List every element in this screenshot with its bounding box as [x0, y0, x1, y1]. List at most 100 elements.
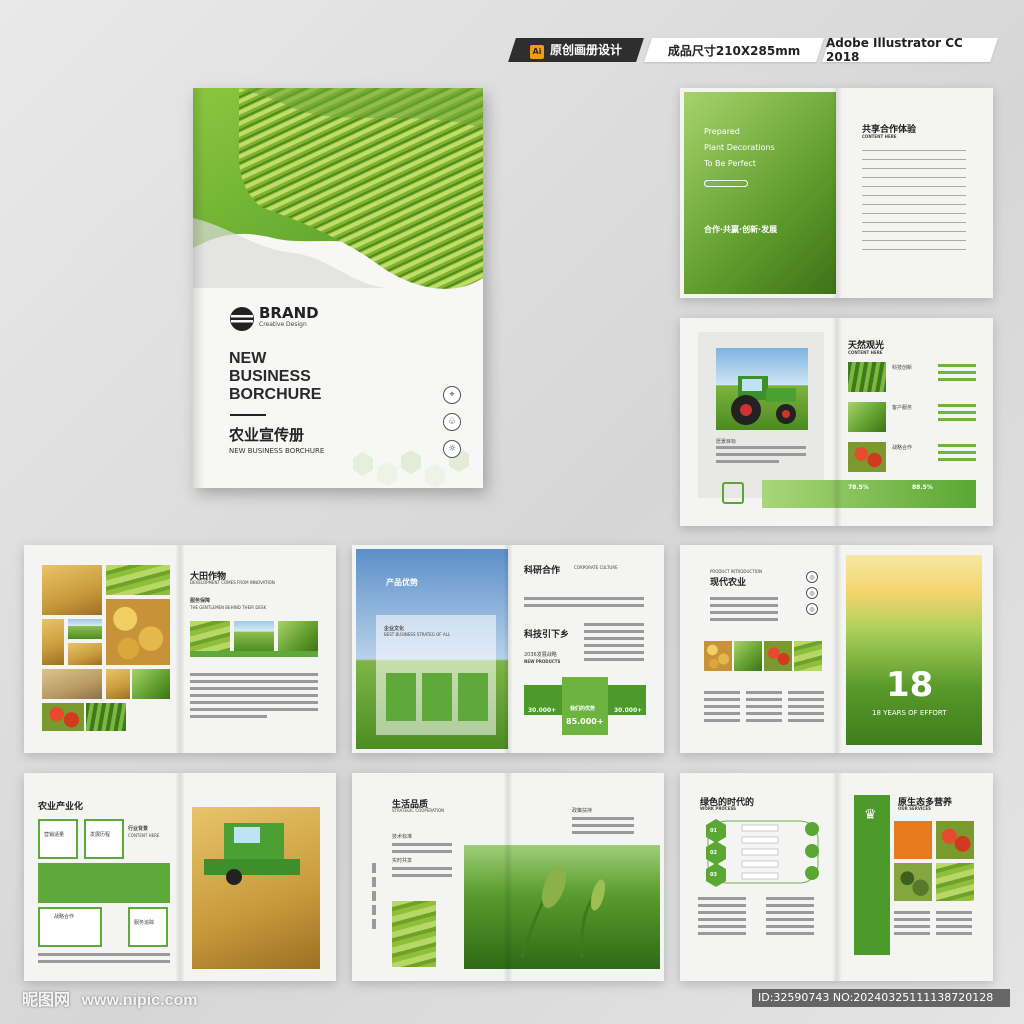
tractor-item-lines-1 — [938, 364, 976, 385]
tractor-item-lines-3 — [938, 444, 976, 465]
spread-crops: 大田作物 DEVELOPMENT COMES FROM INNOVATION 服… — [24, 545, 336, 753]
life-sub: STRATEGIC COOPERATION — [392, 808, 445, 813]
spread-contents-left-text: Prepared Plant Decorations To Be Perfect — [704, 127, 775, 168]
industry-box-wide — [38, 863, 170, 903]
tractor-stat-2: 88.5% — [912, 484, 933, 491]
product-tech-lines — [584, 623, 644, 665]
spread-contents: Prepared Plant Decorations To Be Perfect… — [680, 88, 993, 298]
badge-software: Adobe Illustrator CC 2018 — [822, 36, 998, 64]
industry-box-2 — [84, 819, 124, 859]
crop-thumb-3 — [278, 621, 318, 651]
badge-original-design: Ai 原创画册设计 — [508, 38, 644, 62]
life-item-1-lines — [392, 843, 452, 857]
life-small-photo — [392, 901, 436, 967]
millet-illustration — [520, 866, 606, 959]
step-03: 03 — [710, 872, 717, 878]
tractor-item-label-2: 客户服务 — [892, 405, 913, 411]
services-lines-1 — [894, 911, 930, 939]
product-culture-sub: BEST BUSINESS STRATEG OF ALL — [384, 632, 451, 637]
cover-title: NEW BUSINESS BORCHURE — [229, 350, 322, 403]
modern-sub: PRODUCT INTRODUCTION — [710, 569, 762, 574]
modern-years: 18 YEARS OF EFFORT — [872, 709, 947, 717]
crop-thumb-2 — [234, 621, 274, 651]
crop-label: 服务保障 — [190, 598, 211, 604]
industry-box-4 — [128, 907, 168, 947]
sprout-icon: ♧ — [443, 413, 461, 431]
product-culture-title: 企业文化 — [384, 626, 405, 632]
spread-contents-left-photo — [684, 92, 836, 294]
watermark-site-cn: 昵图网 — [22, 990, 71, 1009]
tractor-stat-1: 78.5% — [848, 484, 869, 491]
cover-artwork — [193, 88, 483, 289]
trophy-icon: ♛ — [864, 807, 877, 823]
crop-thumb-1 — [190, 621, 230, 651]
product-stat-mid: 85.000+ — [566, 717, 604, 726]
crop-photo-rows — [86, 703, 126, 731]
crop-photo-tomato — [42, 703, 84, 731]
crop-photo-grain — [42, 619, 64, 665]
modern-thumb-2 — [734, 641, 762, 671]
tractor-item-photo-3 — [848, 442, 886, 472]
sun-icon: ☼ — [443, 440, 461, 458]
modern-thumb-1 — [704, 641, 732, 671]
industry-box-label-2: 发展历程 — [90, 832, 111, 838]
process-flow-diagram — [706, 819, 819, 887]
crop-photo-wheat — [42, 565, 102, 615]
watermark-url: www.nipic.com — [81, 992, 198, 1009]
crop-thumb-bar — [190, 651, 318, 657]
tractor-spread-subtitle: CONTENT HERE — [848, 350, 883, 355]
green-col-lines-1 — [698, 897, 746, 939]
crop-photo-terrace — [106, 565, 170, 595]
product-new: NEW PRODUCTS — [524, 659, 561, 664]
product-mid-label: 我们的优势 — [570, 706, 596, 712]
product-stat-left: 30.000+ — [528, 707, 557, 714]
modern-thumb-4 — [794, 641, 822, 671]
tractor-item-photo-2 — [848, 402, 886, 432]
cover-spine-shade — [193, 88, 205, 488]
modern-thumb-3 — [764, 641, 792, 671]
product-card-3 — [458, 673, 488, 721]
modern-text-lines — [710, 597, 778, 625]
step-02: 02 — [710, 850, 717, 856]
product-right-title: 科研合作 — [524, 566, 561, 576]
chart-icon — [722, 482, 744, 504]
crop-label-sub: THE GENTLEMEN BEHIND THEIR DESK — [190, 605, 267, 610]
modern-col-lines-2 — [746, 691, 782, 726]
industry-box-1 — [38, 819, 78, 859]
spread-tractor: 愿景目标 天然观光 CONTENT HERE 科技创新 客户服务 战略合作 78… — [680, 318, 993, 526]
spread-green: 绿色的时代的 WORK PROCESS 01 02 03 ♛ 原生态多营养 OU… — [680, 773, 993, 981]
modern-icon-3: ◎ — [806, 603, 818, 615]
services-orange-block — [894, 821, 932, 859]
industry-right-sub: CONTENT HERE — [128, 833, 160, 838]
life-item-1: 技术标准 — [392, 834, 413, 840]
life-item-2: 实时共享 — [392, 858, 413, 864]
location-icon: ⌖ — [443, 386, 461, 404]
modern-col-lines-3 — [788, 691, 824, 726]
green-sub: WORK PROCESS — [700, 806, 737, 811]
tractor-item-label-1: 科技创新 — [892, 365, 913, 371]
read-more-pill — [704, 180, 748, 187]
crop-photo-sheaf — [106, 669, 130, 699]
brand-logo-icon — [230, 307, 254, 331]
crop-photo-potato — [106, 599, 170, 665]
product-right-sub: CORPORATE CULTURE — [574, 565, 618, 570]
crop-spread-subtitle: DEVELOPMENT COMES FROM INNOVATION — [190, 580, 275, 585]
life-policy-lines — [572, 817, 634, 838]
spread-life: 生活品质 STRATEGIC COOPERATION 技术标准 实时共享 政策扶… — [352, 773, 664, 981]
tractor-stat-bar — [762, 480, 976, 508]
life-policy: 政策扶持 — [572, 808, 593, 814]
tractor-item-label-3: 战略合作 — [892, 445, 913, 451]
crop-photo-rice — [42, 669, 102, 699]
crop-photo-hill — [132, 669, 170, 699]
product-card-1 — [386, 673, 416, 721]
tractor-caption: 愿景目标 — [716, 439, 737, 445]
step-01: 01 — [710, 828, 717, 834]
product-stat-right: 30.000+ — [614, 707, 643, 714]
cover-subtitle: NEW BUSINESS BORCHURE — [229, 447, 325, 455]
toc-lines — [862, 150, 966, 258]
watermark-id: ID:32590743 NO:20240325111138720128 — [752, 989, 1010, 1007]
services-lines-2 — [936, 911, 972, 939]
illustrator-icon: Ai — [529, 45, 544, 59]
green-col-lines-2 — [766, 897, 814, 939]
modern-title: 现代农业 — [710, 578, 747, 588]
